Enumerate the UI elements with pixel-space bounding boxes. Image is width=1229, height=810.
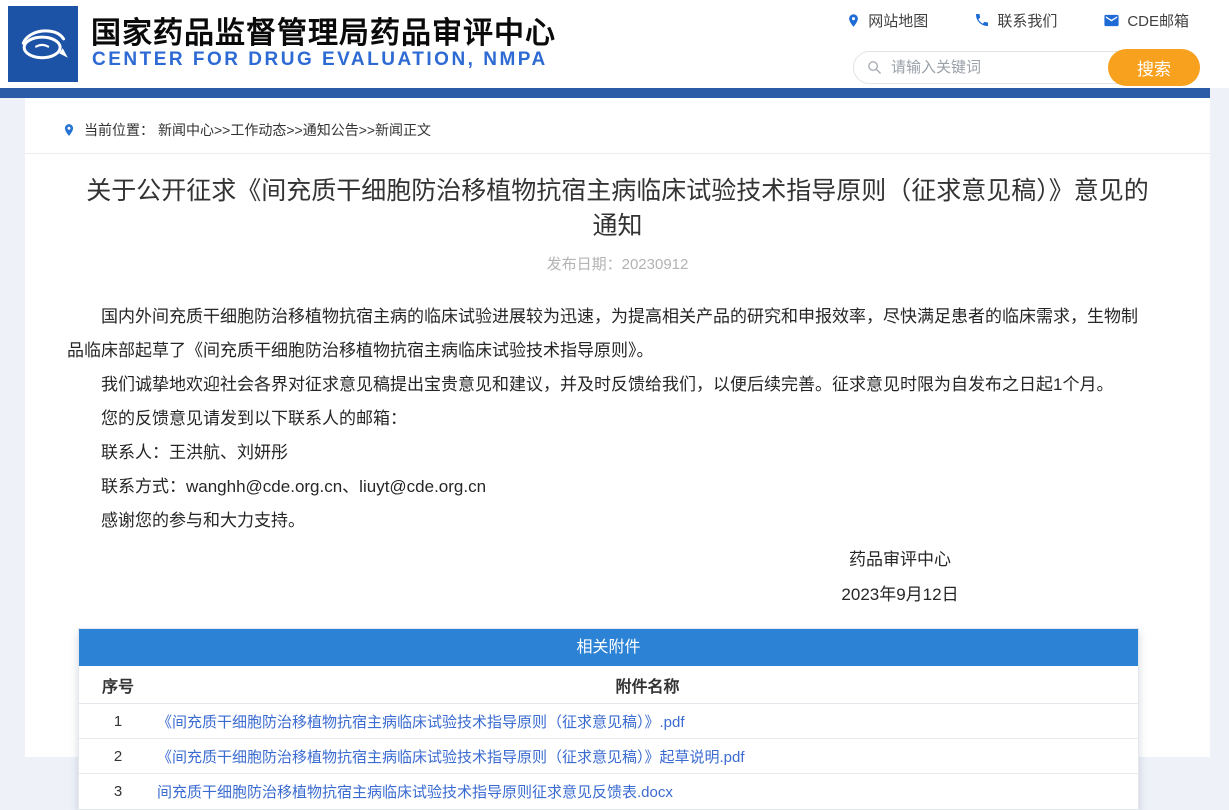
attachment-link-docx[interactable]: 间充质干细胞防治移植物抗宿主病临床试验技术指导原则征求意见反馈表.docx: [157, 784, 673, 801]
publish-date: 发布日期：20230912: [546, 256, 689, 273]
sitemap-link[interactable]: 网站地图: [846, 10, 928, 31]
article-paragraph: 国内外间充质干细胞防治移植物抗宿主病的临床试验进展较为迅速，为提高相关产品的研究…: [67, 307, 1138, 360]
article-paragraph: 我们诚挚地欢迎社会各界对征求意见稿提出宝贵意见和建议，并及时反馈给我们，以便后续…: [101, 375, 1114, 394]
sitemap-link-label: 网站地图: [868, 12, 929, 30]
breadcrumb-label: 当前位置：: [84, 122, 154, 138]
attachment-index: 3: [113, 783, 123, 800]
breadcrumb-path[interactable]: 新闻中心>>工作动态>>通知公告>>新闻正文: [158, 120, 431, 140]
site-subtitle: CENTER FOR DRUG EVALUATION, NMPA: [92, 49, 548, 70]
article-body: 国内外间充质干细胞防治移植物抗宿主病的临床试验进展较为迅速，为提高相关产品的研究…: [25, 300, 1210, 538]
table-row: 3 间充质干细胞防治移植物抗宿主病临床试验技术指导原则征求意见反馈表.docx: [79, 774, 1138, 809]
article-card: 当前位置： 新闻中心>>工作动态>>通知公告>>新闻正文 关于公开征求《间充质干…: [25, 98, 1210, 810]
signature-org: 药品审评中心: [849, 550, 951, 569]
attachments-table: 相关附件 序号 附件名称 1 《间充质干细胞防治移植物抗宿主病临床试验技术指导原…: [78, 628, 1139, 810]
attachments-title: 相关附件: [79, 629, 1138, 666]
article-paragraph: 联系方式：wanghh@cde.org.cn、liuyt@cde.org.cn: [101, 477, 487, 496]
article-title: 关于公开征求《间充质干细胞防治移植物抗宿主病临床试验技术指导原则（征求意见稿）》…: [86, 177, 1149, 240]
attachment-index: 1: [113, 712, 123, 730]
article-signature: 药品审评中心 2023年9月12日: [790, 542, 1010, 612]
nav-divider-bar: [0, 88, 1210, 98]
header-quick-links: 网站地图 联系我们 CDE邮箱: [846, 8, 1189, 32]
table-row: 2 《间充质干细胞防治移植物抗宿主病临床试验技术指导原则（征求意见稿）》起草说明…: [79, 739, 1138, 774]
breadcrumb: 当前位置： 新闻中心>>工作动态>>通知公告>>新闻正文: [25, 98, 1210, 154]
map-pin-icon: [846, 13, 861, 28]
phone-icon: [974, 12, 990, 28]
column-header-name: 附件名称: [615, 678, 680, 696]
article-paragraph: 您的反馈意见请发到以下联系人的邮箱：: [101, 409, 407, 428]
column-header-no: 序号: [101, 678, 134, 696]
mail-icon: [1103, 12, 1120, 29]
site-title: 国家药品监督管理局药品审评中心: [91, 17, 556, 50]
cde-swirl-icon: [13, 13, 73, 75]
search-input[interactable]: [891, 59, 1091, 76]
contact-us-link-label: 联系我们: [997, 12, 1058, 30]
location-pin-icon: [62, 123, 76, 137]
attachment-link-pdf[interactable]: 《间充质干细胞防治移植物抗宿主病临床试验技术指导原则（征求意见稿）》.pdf: [157, 714, 685, 731]
search-icon: [866, 59, 883, 76]
table-row: 1 《间充质干细胞防治移植物抗宿主病临床试验技术指导原则（征求意见稿）》.pdf: [79, 704, 1138, 739]
search-bar: 搜索: [853, 49, 1200, 86]
signature-date: 2023年9月12日: [841, 585, 959, 604]
search-button[interactable]: 搜索: [1108, 49, 1200, 86]
attachment-link-pdf[interactable]: 《间充质干细胞防治移植物抗宿主病临床试验技术指导原则（征求意见稿）》起草说明.p…: [157, 749, 745, 766]
attachment-index: 2: [113, 747, 123, 765]
contact-us-link[interactable]: 联系我们: [974, 10, 1057, 31]
article-paragraph: 联系人：王洪航、刘妍彤: [101, 443, 288, 462]
cde-mail-link-label: CDE邮箱: [1127, 12, 1189, 30]
cde-mail-link[interactable]: CDE邮箱: [1103, 10, 1189, 31]
site-header: 国家药品监督管理局药品审评中心 CENTER FOR DRUG EVALUATI…: [0, 0, 1229, 88]
attachments-header-row: 序号 附件名称: [79, 666, 1138, 704]
article-paragraph: 感谢您的参与和大力支持。: [101, 511, 305, 530]
cde-logo[interactable]: [8, 6, 78, 82]
